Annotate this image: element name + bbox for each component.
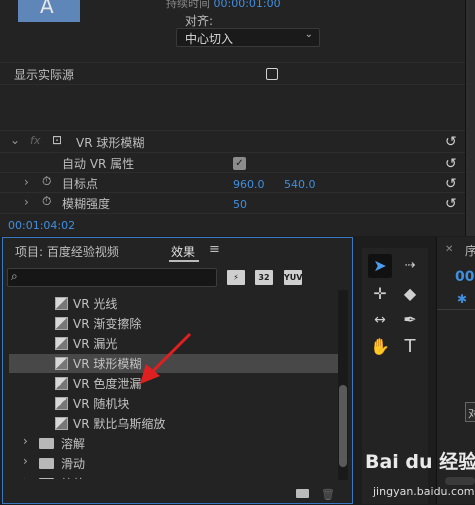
auto-vr-checkbox[interactable]: ✓ [233, 157, 246, 170]
effect-header-row[interactable]: ⌄ fx ⊡ VR 球形模糊 ↺ [0, 130, 465, 152]
list-item-label: 缩放 [61, 475, 85, 479]
track-label-box[interactable]: 对 [465, 402, 475, 422]
folder-icon [39, 478, 54, 479]
annotation-arrow [140, 332, 192, 384]
folder-icon [39, 438, 54, 449]
watermark-url: jingyan.baidu.com [373, 485, 475, 498]
expand-chevron-icon[interactable]: › [24, 195, 29, 209]
list-item-label: VR 光线 [73, 297, 118, 311]
timeline-title[interactable]: 序 [465, 242, 475, 259]
effect-preset-icon [55, 297, 68, 310]
effect-preset-icon [55, 377, 68, 390]
target-label: 目标点 [62, 177, 99, 191]
effects-search-input[interactable]: ⌕ [7, 268, 217, 287]
tab-project[interactable]: 项目: 百度经验视频 [15, 243, 119, 260]
duration-row: 持续时间 00:00:01:00 [166, 0, 281, 11]
annotation-arrow-shaft [150, 332, 192, 374]
timecode-bar: 00:01:04:02 [0, 213, 465, 236]
effect-preset-icon [55, 357, 68, 370]
effects-list-scroll-thumb[interactable] [339, 385, 347, 467]
trash-icon[interactable]: 🗑 [321, 488, 335, 501]
list-item-label: VR 默比乌斯缩放 [73, 417, 166, 431]
effect-controls-scrollbar[interactable] [465, 0, 475, 236]
panel-menu-icon[interactable]: ≡ [209, 242, 220, 257]
auto-vr-row: 自动 VR 属性 ✓ ↺ [0, 152, 465, 174]
watermark-logo-text: Bai du 经验 [365, 451, 475, 473]
reset-icon[interactable]: ↺ [445, 156, 461, 172]
transform-box-icon[interactable]: ⊡ [52, 133, 62, 147]
list-item-folder[interactable]: › 滑动 [9, 454, 339, 473]
effect-controls-panel: A 持续时间 00:00:01:00 对齐: 中心切入 ⌄ 显示实际源 ⌄ fx… [0, 0, 475, 236]
list-item-label: 溶解 [61, 437, 86, 451]
auto-vr-label: 自动 VR 属性 [62, 157, 135, 171]
accelerated-effects-icon[interactable]: ⚡ [227, 270, 245, 285]
show-source-row: 显示实际源 [0, 62, 465, 84]
track-select-tool-icon[interactable]: ⇢ [398, 254, 422, 278]
duration-label: 持续时间 [166, 0, 210, 10]
baidu-watermark: Bai du 经验 jingyan.baidu.com [365, 447, 475, 503]
show-source-label: 显示实际源 [14, 68, 75, 82]
pen-tool-icon[interactable]: ✒ [398, 308, 422, 332]
blur-label: 模糊强度 [62, 197, 111, 211]
list-item-label: VR 随机块 [73, 397, 130, 411]
empty-row [0, 84, 465, 130]
list-item-folder[interactable]: › 溶解 [9, 434, 339, 453]
current-timecode[interactable]: 00:01:04:02 [8, 219, 75, 232]
stopwatch-icon[interactable]: ⏱ [42, 194, 51, 209]
list-item-label: 滑动 [61, 457, 86, 471]
yuv-effects-icon[interactable]: YUV [284, 270, 302, 285]
folder-icon [39, 458, 54, 469]
reset-icon[interactable]: ↺ [445, 176, 461, 192]
effect-name: VR 球形模糊 [76, 136, 145, 150]
ripple-edit-tool-icon[interactable]: ✛ [368, 282, 392, 306]
target-y-value[interactable]: 540.0 [284, 178, 316, 191]
type-tool-icon[interactable]: T [398, 335, 422, 359]
close-icon[interactable]: ✕ [445, 244, 453, 255]
fx-icon[interactable]: fx [30, 134, 40, 147]
reset-icon[interactable]: ↺ [445, 134, 461, 150]
align-label: 对齐: [185, 14, 214, 28]
clip-thumbnail-letter: A [40, 0, 54, 18]
32bit-effects-icon[interactable]: 32 [255, 270, 273, 285]
timeline-timecode[interactable]: 00 [455, 269, 474, 285]
list-item[interactable]: VR 默比乌斯缩放 [9, 414, 339, 433]
slip-tool-icon[interactable]: ↔ [368, 308, 392, 332]
expand-chevron-icon[interactable]: › [24, 175, 29, 189]
chevron-down-icon: ⌄ [304, 29, 313, 40]
expand-chevron-icon[interactable]: › [23, 454, 28, 468]
target-x-value[interactable]: 960.0 [233, 178, 265, 191]
align-dropdown-value: 中心切入 [185, 32, 234, 46]
stopwatch-icon[interactable]: ⏱ [42, 174, 51, 189]
effect-preset-icon [55, 397, 68, 410]
active-tab-underline [169, 260, 199, 262]
effect-preset-icon [55, 417, 68, 430]
new-bin-icon[interactable] [296, 489, 309, 498]
snap-icon[interactable]: ✱ [457, 292, 467, 306]
target-row: › ⏱ 目标点 960.0 540.0 ↺ [0, 172, 465, 194]
effect-preset-icon [55, 317, 68, 330]
reset-icon[interactable]: ↺ [445, 196, 461, 212]
divider [437, 309, 475, 310]
list-item-label: VR 漏光 [73, 337, 118, 351]
show-source-checkbox[interactable] [266, 68, 278, 80]
expand-chevron-icon[interactable]: › [23, 434, 28, 448]
list-item-folder[interactable]: › 缩放 [9, 474, 339, 479]
hand-tool-icon[interactable]: ✋ [368, 335, 392, 359]
selection-tool-icon[interactable]: ➤ [368, 254, 392, 278]
razor-tool-icon[interactable]: ◆ [398, 282, 422, 306]
tab-effects[interactable]: 效果 [171, 243, 195, 260]
align-dropdown[interactable]: 中心切入 ⌄ [176, 28, 320, 47]
search-icon: ⌕ [11, 269, 18, 283]
blur-row: › ⏱ 模糊强度 50 ↺ [0, 192, 465, 214]
list-item[interactable]: VR 随机块 [9, 394, 339, 413]
track-label: 对 [468, 407, 475, 420]
list-item[interactable]: VR 光线 [9, 294, 339, 313]
effect-preset-icon [55, 337, 68, 350]
collapse-chevron-icon[interactable]: ⌄ [10, 133, 20, 147]
blur-value[interactable]: 50 [233, 198, 247, 211]
duration-value[interactable]: 00:00:01:00 [214, 0, 281, 10]
expand-chevron-icon[interactable]: › [23, 474, 28, 479]
